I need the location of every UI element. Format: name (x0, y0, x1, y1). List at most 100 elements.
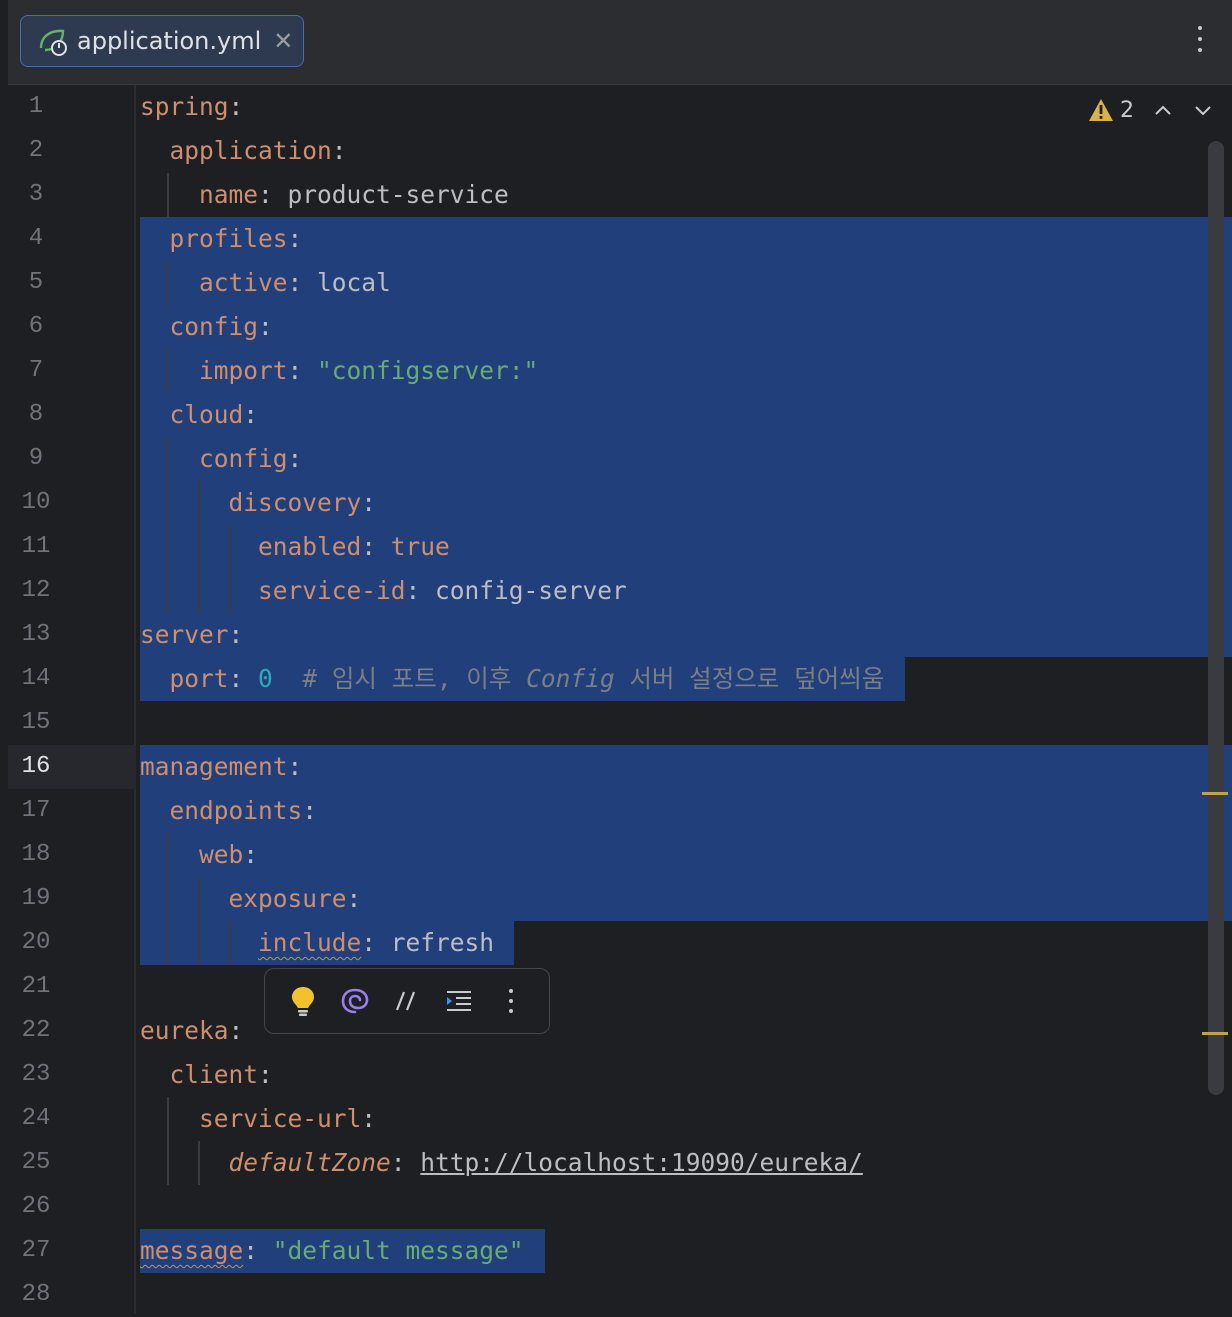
next-highlight-icon[interactable] (1192, 99, 1214, 121)
line-number[interactable]: 21 (8, 965, 64, 1009)
inspection-widget[interactable]: 2 (1088, 95, 1214, 125)
code-text: server: (140, 620, 244, 649)
warning-icon (1089, 99, 1113, 121)
code-line[interactable]: 27 message: "default message" (8, 1229, 1232, 1273)
line-number[interactable]: 5 (8, 261, 64, 305)
code-line[interactable]: 25 defaultZone: http://localhost:19090/e… (8, 1141, 1232, 1185)
code-text: message: "default message" (140, 1236, 524, 1265)
line-number[interactable]: 23 (8, 1053, 64, 1097)
spring-boot-icon (39, 29, 67, 56)
floating-code-toolbar (264, 968, 550, 1034)
line-number[interactable]: 25 (8, 1141, 64, 1185)
code-text: application: (169, 136, 347, 165)
line-number[interactable]: 14 (8, 657, 64, 701)
vertical-scrollbar[interactable] (1208, 141, 1224, 1095)
line-number[interactable]: 17 (8, 789, 64, 833)
line-number[interactable]: 19 (8, 877, 64, 921)
code-text: config: (169, 312, 273, 341)
selection-highlight (140, 613, 1232, 657)
selection-highlight (140, 437, 1232, 481)
indent-guide (167, 261, 169, 305)
code-text: service-id: config-server (258, 576, 627, 605)
line-number[interactable]: 11 (8, 525, 64, 569)
line-number[interactable]: 2 (8, 129, 64, 173)
selection-highlight (140, 305, 1232, 349)
code-line[interactable]: 10 discovery: (8, 481, 1232, 525)
tab-label: application.yml (77, 27, 262, 55)
line-number[interactable]: 27 (8, 1229, 64, 1273)
line-number[interactable]: 13 (8, 613, 64, 657)
code-text: web: (199, 840, 259, 869)
code-line[interactable]: 6 config: (8, 305, 1232, 349)
code-line[interactable]: 5 active: local (8, 261, 1232, 305)
indent-guide (167, 437, 169, 613)
indent-guide (198, 877, 200, 965)
indent-guide (198, 1141, 200, 1185)
line-number[interactable]: 16 (8, 745, 64, 789)
code-line[interactable]: 19 exposure: (8, 877, 1232, 921)
code-line[interactable]: 26 (8, 1185, 1232, 1229)
line-number[interactable]: 3 (8, 173, 64, 217)
line-number[interactable]: 26 (8, 1185, 64, 1229)
line-number[interactable]: 9 (8, 437, 64, 481)
indent-icon[interactable] (433, 975, 485, 1027)
more-icon[interactable] (485, 975, 537, 1027)
line-number[interactable]: 22 (8, 1009, 64, 1053)
code-line[interactable]: 3 name: product-service (8, 173, 1232, 217)
code-line[interactable]: 12 service-id: config-server (8, 569, 1232, 613)
indent-guide (229, 525, 231, 613)
line-number[interactable]: 10 (8, 481, 64, 525)
code-line[interactable]: 21 (8, 965, 1232, 1009)
line-number[interactable]: 8 (8, 393, 64, 437)
code-line[interactable]: 24 service-url: (8, 1097, 1232, 1141)
code-line[interactable]: 14 port: 0 # 임시 포트, 이후 Config 서버 설정으로 덮어… (8, 657, 1232, 701)
code-editor[interactable]: 1 spring: 2 application: 3 name: product-se… (8, 85, 1232, 1314)
more-options-icon[interactable] (1196, 26, 1204, 58)
indent-guide (229, 921, 231, 965)
tab-application-yml[interactable]: application.yml ✕ (20, 15, 304, 67)
line-number[interactable]: 12 (8, 569, 64, 613)
code-text: defaultZone: http://localhost:19090/eure… (228, 1148, 863, 1177)
code-text: import: "configserver:" (199, 356, 539, 385)
close-tab-icon[interactable]: ✕ (273, 27, 293, 55)
line-number[interactable]: 4 (8, 217, 64, 261)
code-text: exposure: (228, 884, 362, 913)
previous-highlight-icon[interactable] (1152, 99, 1174, 121)
code-line[interactable]: 28 (8, 1273, 1232, 1317)
code-line[interactable]: 16 management: (8, 745, 1232, 789)
line-number[interactable]: 20 (8, 921, 64, 965)
line-number[interactable]: 1 (8, 85, 64, 129)
lightbulb-icon[interactable] (277, 975, 329, 1027)
selection-highlight (140, 833, 1232, 877)
line-number[interactable]: 18 (8, 833, 64, 877)
code-line[interactable]: 17 endpoints: (8, 789, 1232, 833)
warning-stripe-marker[interactable] (1202, 1032, 1228, 1035)
code-line[interactable]: 2 application: (8, 129, 1232, 173)
line-number[interactable]: 24 (8, 1097, 64, 1141)
code-text: enabled: true (258, 532, 450, 561)
code-text: port: 0 # 임시 포트, 이후 Config 서버 설정으로 덮어씌움 (169, 664, 885, 693)
comment-icon[interactable] (381, 975, 433, 1027)
line-number[interactable]: 15 (8, 701, 64, 745)
code-line[interactable]: 11 enabled: true (8, 525, 1232, 569)
code-line[interactable]: 9 config: (8, 437, 1232, 481)
code-line[interactable]: 1 spring: (8, 85, 1232, 129)
code-line[interactable]: 18 web: (8, 833, 1232, 877)
code-line[interactable]: 8 cloud: (8, 393, 1232, 437)
code-text: name: product-service (199, 180, 509, 209)
code-line[interactable]: 4 profiles: (8, 217, 1232, 261)
line-number[interactable]: 28 (8, 1273, 64, 1317)
line-number[interactable]: 7 (8, 349, 64, 393)
code-line[interactable]: 7 import: "configserver:" (8, 349, 1232, 393)
code-line[interactable]: 15 (8, 701, 1232, 745)
code-text: management: (140, 752, 303, 781)
line-number[interactable]: 6 (8, 305, 64, 349)
code-line[interactable]: 13 server: (8, 613, 1232, 657)
code-line[interactable]: 22 eureka: (8, 1009, 1232, 1053)
code-line[interactable]: 23 client: (8, 1053, 1232, 1097)
warning-stripe-marker[interactable] (1202, 792, 1228, 795)
code-line[interactable]: 20 include: refresh (8, 921, 1232, 965)
code-text: profiles: (169, 224, 303, 253)
ai-assistant-icon[interactable] (329, 975, 381, 1027)
code-text: service-url: (199, 1104, 377, 1133)
